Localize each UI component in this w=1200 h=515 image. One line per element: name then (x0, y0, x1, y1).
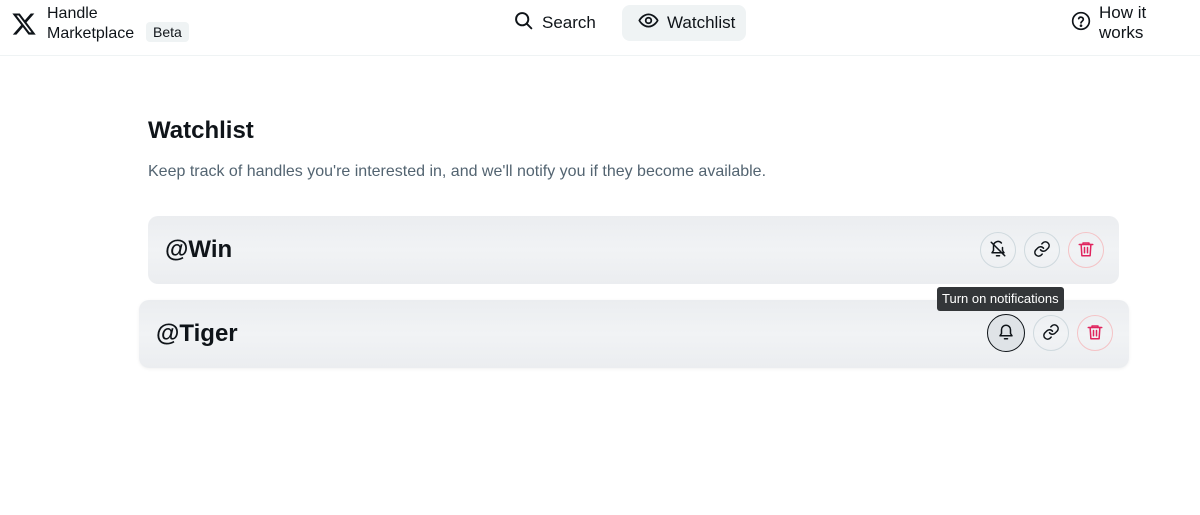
top-header: Handle Marketplace Beta Search Watchlist… (0, 0, 1200, 56)
bell-icon (997, 323, 1015, 344)
handle-name: @Win (165, 236, 233, 263)
nav-how-it-works-label: How it works (1099, 3, 1147, 42)
brand-name: Handle Marketplace (47, 4, 137, 44)
eye-icon (638, 10, 667, 36)
nav-how-it-works[interactable]: How it works (1055, 3, 1200, 42)
search-icon (513, 10, 542, 36)
trash-icon (1077, 240, 1095, 261)
notifications-toggle-button[interactable] (987, 314, 1025, 352)
brand-line-1: Handle (47, 5, 98, 22)
nav-watchlist-label: Watchlist (667, 13, 736, 32)
brand-line-2: Marketplace (47, 25, 135, 42)
nav-watchlist[interactable]: Watchlist (622, 5, 746, 41)
delete-button[interactable] (1077, 315, 1113, 351)
notifications-toggle-button[interactable] (980, 232, 1016, 268)
nav-search-label: Search (542, 13, 596, 32)
question-circle-icon (1071, 11, 1099, 36)
handle-name: @Tiger (156, 320, 238, 347)
copy-link-button[interactable] (1024, 232, 1060, 268)
x-logo-icon (10, 10, 38, 38)
trash-icon (1086, 323, 1104, 344)
brand[interactable]: Handle Marketplace (10, 4, 137, 44)
delete-button[interactable] (1068, 232, 1104, 268)
page-subtitle: Keep track of handles you're interested … (148, 163, 767, 180)
nav-search[interactable]: Search (497, 5, 612, 41)
beta-badge: Beta (146, 22, 189, 42)
watchlist-item: @Win (148, 216, 1119, 284)
item-actions (980, 232, 1104, 268)
link-icon (1033, 240, 1051, 261)
bell-off-icon (989, 240, 1007, 261)
item-actions (987, 314, 1113, 352)
page-title: Watchlist (148, 117, 254, 144)
copy-link-button[interactable] (1033, 315, 1069, 351)
notifications-tooltip: Turn on notifications (937, 287, 1064, 311)
link-icon (1042, 323, 1060, 344)
